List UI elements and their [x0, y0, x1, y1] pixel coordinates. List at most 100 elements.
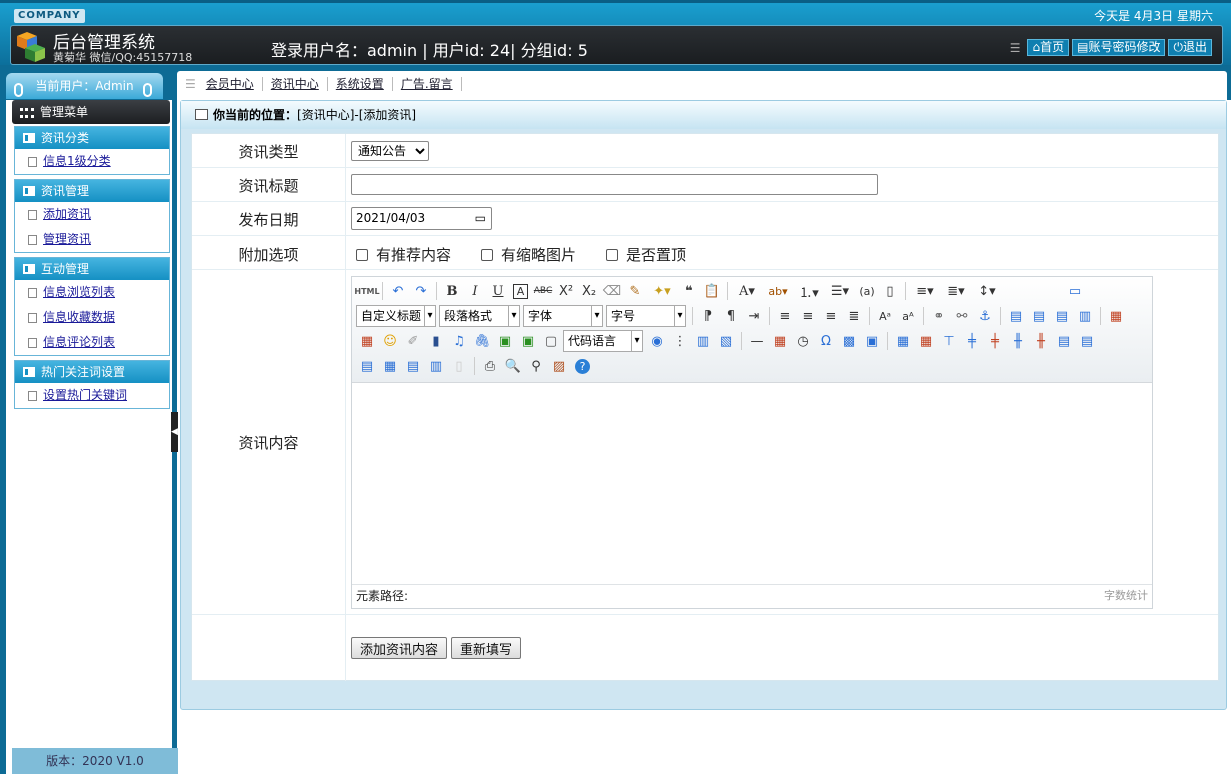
select-all-icon[interactable]: (a)	[856, 280, 878, 302]
account-button[interactable]: ▤账号密码修改	[1072, 39, 1166, 56]
menu-group-header[interactable]: 资讯分类	[15, 127, 169, 149]
search-replace-icon[interactable]: ⚲	[525, 355, 547, 377]
menu-group-header[interactable]: 资讯管理	[15, 180, 169, 202]
ordered-list-icon[interactable]: ⒈▾	[794, 280, 824, 302]
merge-right-icon[interactable]: ▤	[1076, 330, 1098, 352]
image-right-icon[interactable]: ▤	[1051, 305, 1073, 327]
map-icon[interactable]: ▣	[494, 330, 516, 352]
print-icon[interactable]: ⎙	[479, 355, 501, 377]
insert-frame-icon[interactable]: ▢	[540, 330, 562, 352]
music-icon[interactable]: ♫	[448, 330, 470, 352]
drafts-icon[interactable]: ▨	[548, 355, 570, 377]
menu-group-header[interactable]: 互动管理	[15, 258, 169, 280]
insert-table-icon[interactable]: ▦	[892, 330, 914, 352]
split-to-cols-icon[interactable]: ▥	[425, 355, 447, 377]
sidebar-link-category1[interactable]: 信息1级分类	[43, 154, 111, 168]
unordered-list-icon[interactable]: ☰▾	[825, 280, 855, 302]
paragraph-combo[interactable]: 段落格式	[439, 305, 520, 327]
webapp-icon[interactable]: ◉	[646, 330, 668, 352]
logout-button[interactable]: ⏻退出	[1168, 39, 1212, 56]
home-button[interactable]: ⌂首页	[1027, 39, 1070, 56]
sidebar-link-comments[interactable]: 信息评论列表	[43, 335, 115, 349]
insert-image-icon[interactable]: ▦	[356, 330, 378, 352]
heading-combo[interactable]: 自定义标题	[356, 305, 436, 327]
underline-icon[interactable]: U	[487, 280, 509, 302]
sidebar-link-hot-keywords[interactable]: 设置热门关键词	[43, 388, 127, 402]
merge-cells-icon[interactable]: ▤	[1053, 330, 1075, 352]
title-input[interactable]	[351, 174, 878, 195]
bold-icon[interactable]: B	[441, 280, 463, 302]
unlink-icon[interactable]: ⚯	[951, 305, 973, 327]
google-map-icon[interactable]: ▣	[517, 330, 539, 352]
delete-row-icon[interactable]: ╪	[984, 330, 1006, 352]
image-center-icon[interactable]: ▥	[1074, 305, 1096, 327]
collapse-sidebar-icon[interactable]: ◀	[171, 412, 178, 452]
undo-icon[interactable]: ↶	[387, 280, 409, 302]
nav-item-settings[interactable]: 系统设置	[328, 77, 393, 91]
direction-rtl-icon[interactable]: ¶	[720, 305, 742, 327]
code-language-combo[interactable]: 代码语言	[563, 330, 643, 352]
recommend-checkbox[interactable]: 有推荐内容	[356, 244, 451, 265]
row-spacing-bottom-icon[interactable]: ≣▾	[941, 280, 971, 302]
align-justify-icon[interactable]: ≣	[843, 305, 865, 327]
highlight-icon[interactable]: ab▾	[763, 280, 793, 302]
anchor-icon[interactable]: ⚓	[974, 305, 996, 327]
row-spacing-top-icon[interactable]: ≡▾	[910, 280, 940, 302]
date-icon[interactable]: ▦	[769, 330, 791, 352]
thumbnail-checkbox[interactable]: 有缩略图片	[481, 244, 576, 265]
emotion-icon[interactable]: ☺	[379, 330, 401, 352]
nav-item-news[interactable]: 资讯中心	[263, 77, 328, 91]
align-center-icon[interactable]: ≡	[797, 305, 819, 327]
align-right-icon[interactable]: ≡	[820, 305, 842, 327]
editor-content-area[interactable]	[352, 384, 1152, 584]
image-none-icon[interactable]: ▤	[1005, 305, 1027, 327]
reset-button[interactable]: 重新填写	[451, 637, 522, 659]
date-input[interactable]: 2021/04/03 ▭	[351, 207, 492, 230]
calendar-icon[interactable]: ▭	[475, 208, 486, 229]
type-select[interactable]: 通知公告	[351, 141, 429, 161]
image-left-icon[interactable]: ▤	[1028, 305, 1050, 327]
sidebar-link-browse-list[interactable]: 信息浏览列表	[43, 285, 115, 299]
preview-icon[interactable]: 🔍	[502, 355, 524, 377]
to-lowercase-icon[interactable]: aᴬ	[897, 305, 919, 327]
scrawl-icon[interactable]: ✐	[402, 330, 424, 352]
font-color-icon[interactable]: A▾	[732, 280, 762, 302]
subscript-icon[interactable]: X₂	[578, 280, 600, 302]
time-icon[interactable]: ◷	[792, 330, 814, 352]
eraser-icon[interactable]: ⌫	[601, 280, 623, 302]
template-icon[interactable]: ▥	[692, 330, 714, 352]
special-chars-icon[interactable]: Ω	[815, 330, 837, 352]
simple-upload-icon[interactable]: ▦	[1105, 305, 1127, 327]
align-left-icon[interactable]: ≡	[774, 305, 796, 327]
fullscreen-icon[interactable]: ▭	[1064, 280, 1086, 302]
merge-down-icon[interactable]: ▤	[356, 355, 378, 377]
font-border-icon[interactable]: A	[513, 283, 528, 299]
superscript-icon[interactable]: X²	[555, 280, 577, 302]
font-size-combo[interactable]: 字号	[606, 305, 686, 327]
magic-wand-icon[interactable]: ✦▾	[647, 280, 677, 302]
redo-icon[interactable]: ↷	[410, 280, 432, 302]
nav-item-ads[interactable]: 广告.留言	[393, 77, 462, 91]
sidebar-link-favorites[interactable]: 信息收藏数据	[43, 310, 115, 324]
split-to-rows-icon[interactable]: ▤	[402, 355, 424, 377]
paste-text-icon[interactable]: 📋	[701, 280, 723, 302]
sidebar-link-add-news[interactable]: 添加资讯	[43, 207, 91, 221]
link-icon[interactable]: ⚭	[928, 305, 950, 327]
page-break-icon[interactable]: ⋮	[669, 330, 691, 352]
to-uppercase-icon[interactable]: Aᵃ	[874, 305, 896, 327]
direction-ltr-icon[interactable]: ⁋	[697, 305, 719, 327]
help-icon[interactable]: ?	[575, 358, 590, 374]
snapscreen-icon[interactable]: ▩	[838, 330, 860, 352]
italic-icon[interactable]: I	[464, 280, 486, 302]
chart-icon[interactable]: ▯	[448, 355, 470, 377]
word-image-icon[interactable]: ▣	[861, 330, 883, 352]
clear-doc-icon[interactable]: ▯	[879, 280, 901, 302]
font-combo[interactable]: 字体	[523, 305, 603, 327]
strikethrough-icon[interactable]: ABC	[532, 280, 554, 302]
line-height-icon[interactable]: ↕▾	[972, 280, 1002, 302]
indent-icon[interactable]: ⇥	[743, 305, 765, 327]
background-icon[interactable]: ▧	[715, 330, 737, 352]
insert-col-icon[interactable]: ╫	[1007, 330, 1029, 352]
pin-top-checkbox[interactable]: 是否置顶	[606, 244, 686, 265]
insert-paragraph-before-table-icon[interactable]: ⊤	[938, 330, 960, 352]
